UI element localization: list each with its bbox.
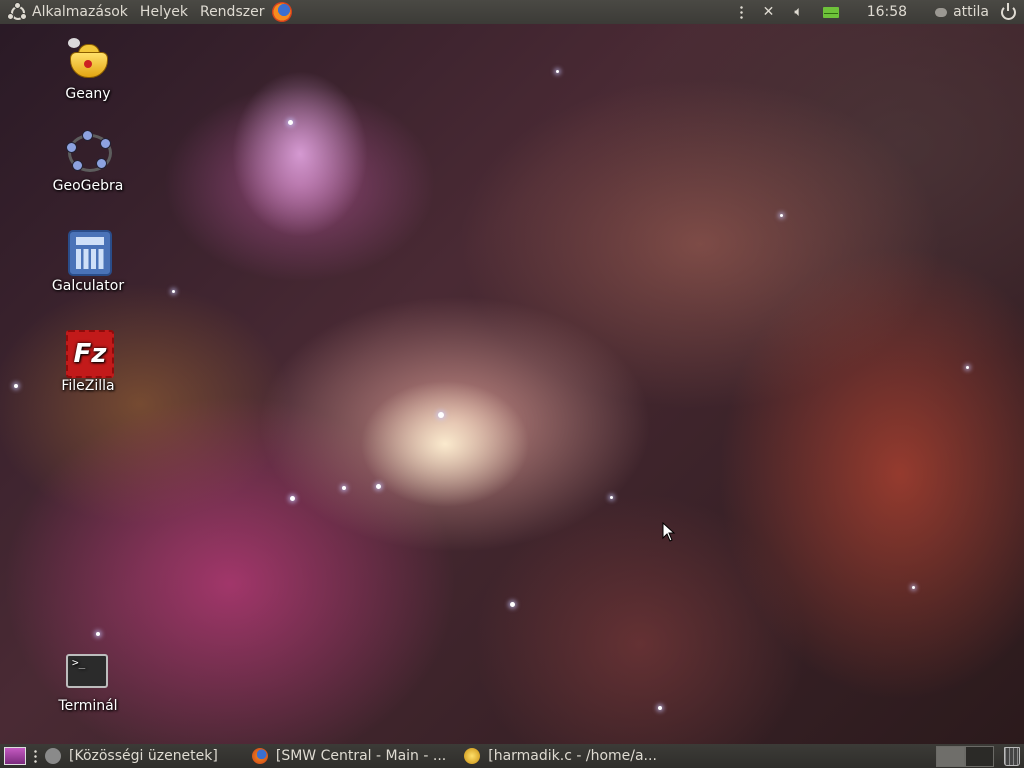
geany-icon bbox=[464, 748, 481, 764]
volume-icon[interactable]: 🔈︎ bbox=[794, 4, 802, 20]
mail-icon[interactable] bbox=[822, 6, 839, 18]
taskbar-item-label: [harmadik.c - /home/a... bbox=[488, 748, 657, 764]
star bbox=[610, 496, 613, 499]
workspace-2[interactable] bbox=[965, 746, 994, 767]
filezilla-icon: Fz bbox=[64, 328, 114, 378]
desktop-icon-label: Geany bbox=[65, 86, 111, 102]
star bbox=[342, 486, 346, 490]
terminal-icon: >_ bbox=[64, 648, 112, 696]
star bbox=[290, 496, 295, 501]
desktop-icon-label: Galculator bbox=[51, 278, 125, 294]
star bbox=[510, 602, 515, 607]
user-menu[interactable]: attila bbox=[953, 4, 989, 20]
handle-icon[interactable] bbox=[34, 749, 37, 763]
desktop-icon-filezilla[interactable]: Fz FileZilla bbox=[38, 328, 138, 394]
star bbox=[172, 290, 175, 293]
desktop-icon-geogebra[interactable]: GeoGebra bbox=[38, 128, 138, 194]
geogebra-icon bbox=[64, 128, 112, 176]
power-icon[interactable] bbox=[1001, 2, 1016, 20]
firefox-icon[interactable] bbox=[272, 2, 293, 22]
top-panel: Alkalmazások Helyek Rendszer ✕ 🔈︎ 16:58 … bbox=[0, 0, 1024, 24]
desktop-icon-galculator[interactable]: Galculator bbox=[38, 228, 138, 294]
system-tray: ✕ 🔈︎ 16:58 attila bbox=[730, 0, 1024, 24]
desktop-wallpaper bbox=[0, 24, 1024, 744]
desktop-icon-label: GeoGebra bbox=[52, 178, 124, 194]
workspace-switcher bbox=[936, 746, 994, 767]
star bbox=[912, 586, 915, 589]
chat-icon[interactable] bbox=[935, 7, 948, 17]
star bbox=[966, 366, 969, 369]
star bbox=[376, 484, 381, 489]
network-disconnected-icon[interactable]: ✕ bbox=[763, 4, 775, 20]
desktop-icon-label: FileZilla bbox=[61, 378, 115, 394]
taskbar-item-geany[interactable]: [harmadik.c - /home/a... bbox=[464, 748, 657, 764]
workspace-1[interactable] bbox=[936, 746, 965, 767]
star bbox=[288, 120, 293, 125]
desktop-icon-label: Terminál bbox=[58, 698, 118, 714]
star bbox=[96, 632, 100, 636]
taskbar-item-firefox[interactable]: [SMW Central - Main - ... bbox=[251, 748, 447, 764]
menu-applications[interactable]: Alkalmazások bbox=[26, 0, 134, 24]
star bbox=[14, 384, 18, 388]
taskbar-item-messages[interactable]: [Közösségi üzenetek] bbox=[45, 748, 218, 764]
menu-system[interactable]: Rendszer bbox=[194, 0, 270, 24]
trash-icon[interactable] bbox=[1004, 747, 1020, 766]
firefox-icon bbox=[251, 748, 268, 764]
desktop-icon-geany[interactable]: Geany bbox=[38, 36, 138, 102]
menu-places[interactable]: Helyek bbox=[134, 0, 194, 24]
desktop-icon-terminal[interactable]: >_ Terminál bbox=[38, 648, 138, 714]
ubuntu-logo-icon[interactable] bbox=[7, 2, 27, 21]
taskbar-item-label: [SMW Central - Main - ... bbox=[275, 748, 447, 764]
taskbar-item-label: [Közösségi üzenetek] bbox=[69, 748, 218, 764]
geany-icon bbox=[64, 36, 112, 84]
handle-icon[interactable] bbox=[739, 5, 743, 19]
calculator-icon bbox=[64, 228, 112, 276]
star bbox=[556, 70, 559, 73]
chat-icon bbox=[45, 748, 61, 764]
star bbox=[780, 214, 783, 217]
star bbox=[438, 412, 444, 418]
clock[interactable]: 16:58 bbox=[867, 4, 907, 20]
star bbox=[658, 706, 662, 710]
show-desktop-icon[interactable] bbox=[4, 747, 26, 765]
bottom-panel: [Közösségi üzenetek] [SMW Central - Main… bbox=[0, 744, 1024, 768]
